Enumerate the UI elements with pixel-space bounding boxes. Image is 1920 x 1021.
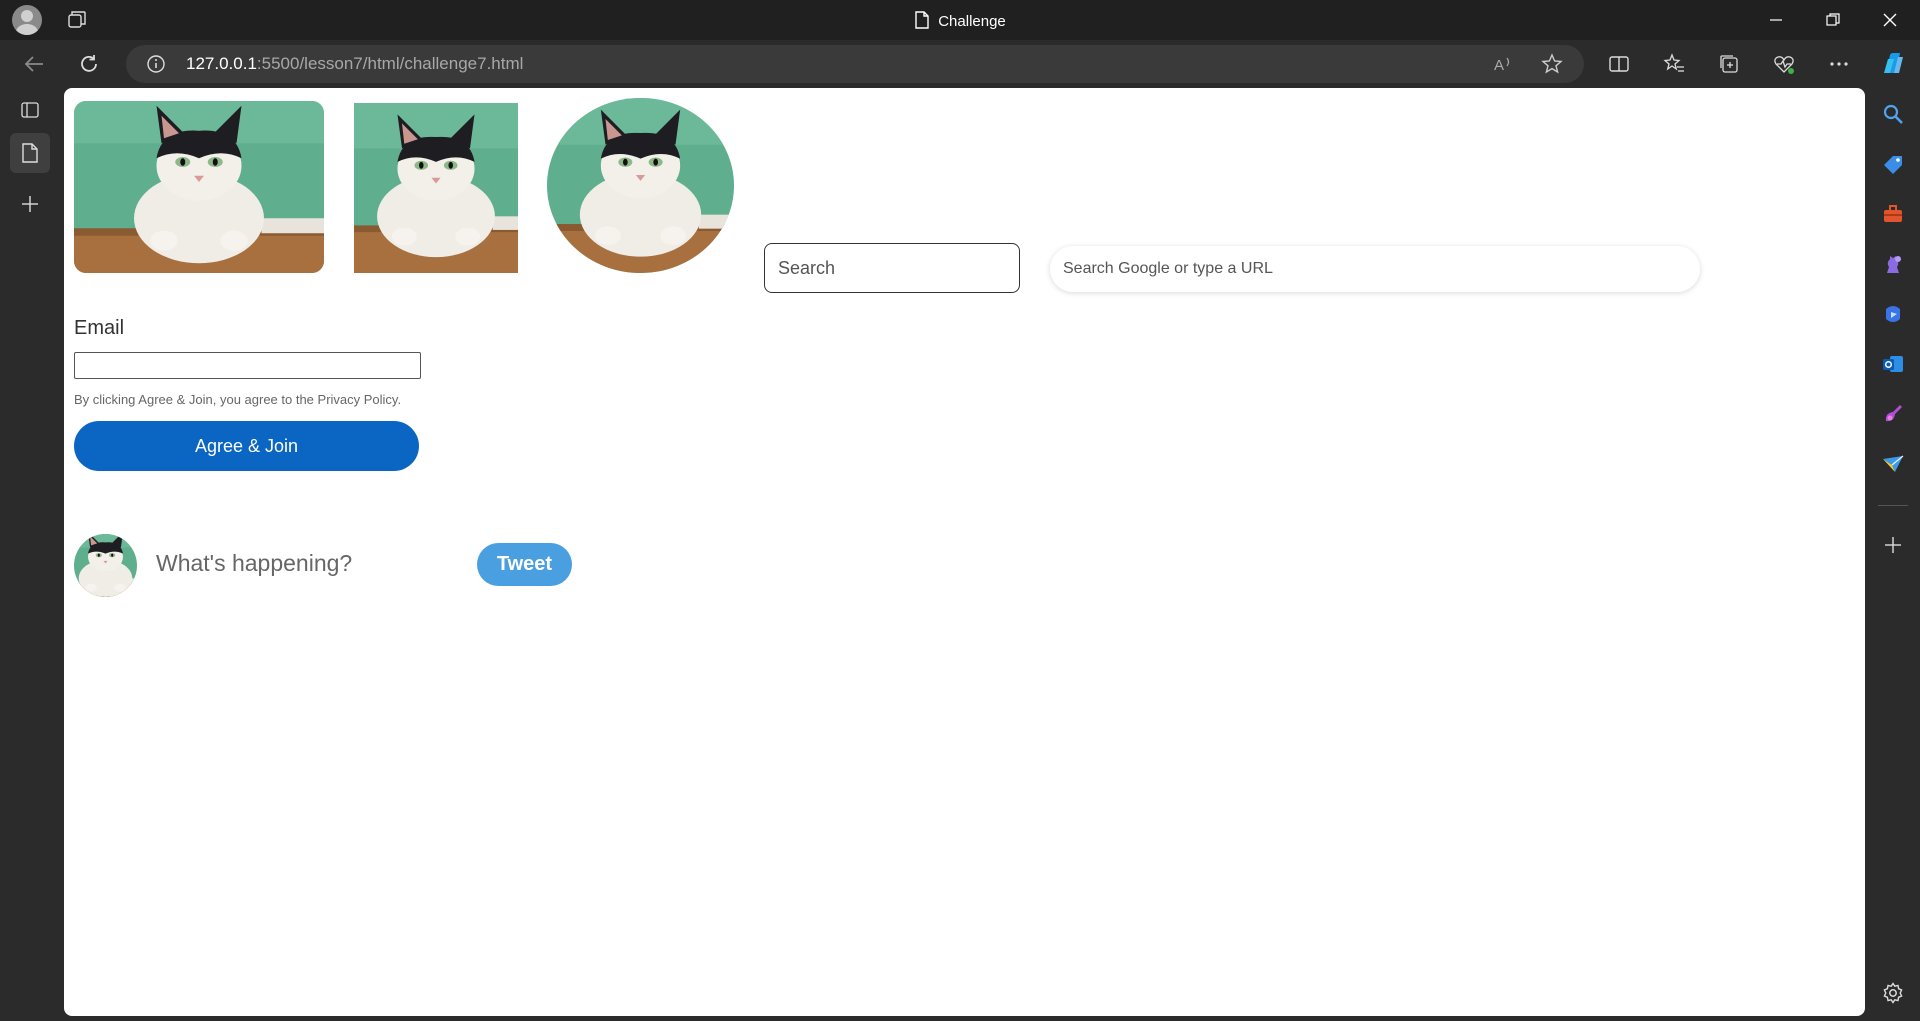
m365-icon[interactable] — [1881, 302, 1905, 326]
web-page: Email By clicking Agree & Join, you agre… — [64, 88, 1865, 1016]
designer-icon[interactable] — [1881, 402, 1905, 426]
refresh-icon[interactable] — [75, 50, 103, 78]
browser-essentials-icon[interactable] — [1770, 50, 1798, 78]
avatar — [74, 534, 137, 597]
shopping-icon[interactable] — [1881, 152, 1905, 176]
drop-icon[interactable] — [1881, 452, 1905, 476]
collections-icon[interactable] — [1715, 50, 1743, 78]
window-title-text: Challenge — [938, 13, 1006, 30]
url-text[interactable]: 127.0.0.1:5500/lesson7/html/challenge7.h… — [186, 54, 523, 74]
favorites-icon[interactable] — [1660, 50, 1688, 78]
email-label: Email — [74, 317, 125, 339]
info-icon[interactable] — [146, 54, 166, 79]
title-bar: Challenge — [0, 0, 1920, 40]
more-icon[interactable] — [1825, 50, 1853, 78]
email-field[interactable] — [74, 352, 421, 379]
back-icon[interactable] — [20, 50, 48, 78]
compose-placeholder[interactable]: What's happening? — [156, 550, 352, 577]
agree-join-button[interactable]: Agree & Join — [74, 421, 419, 471]
address-bar[interactable]: 127.0.0.1:5500/lesson7/html/challenge7.h… — [126, 45, 1584, 83]
close-icon[interactable] — [1863, 0, 1917, 40]
browser-toolbar: 127.0.0.1:5500/lesson7/html/challenge7.h… — [0, 40, 1920, 88]
cat-image-square — [354, 103, 518, 273]
google-search-input[interactable] — [1050, 246, 1700, 292]
copilot-icon[interactable] — [1879, 50, 1907, 78]
svg-text:A: A — [1494, 57, 1504, 74]
outlook-icon[interactable] — [1881, 352, 1905, 376]
cat-image-circle — [547, 98, 734, 273]
games-icon[interactable] — [1881, 252, 1905, 276]
restore-icon[interactable] — [1806, 0, 1860, 40]
minimize-icon[interactable] — [1749, 0, 1803, 40]
settings-icon[interactable] — [1881, 981, 1905, 1005]
tab-actions-icon[interactable] — [10, 90, 50, 130]
add-icon[interactable] — [1881, 533, 1905, 557]
edge-sidebar — [1866, 88, 1920, 1021]
vertical-tab-bar — [0, 88, 64, 1021]
tweet-button[interactable]: Tweet — [477, 543, 572, 586]
new-tab-icon[interactable] — [10, 184, 50, 224]
privacy-text: By clicking Agree & Join, you agree to t… — [74, 392, 402, 407]
page-tab-icon[interactable] — [10, 133, 50, 173]
tools-icon[interactable] — [1881, 202, 1905, 226]
search-input[interactable] — [764, 243, 1020, 293]
window-title: Challenge — [0, 11, 1920, 33]
split-screen-icon[interactable] — [1605, 50, 1633, 78]
favorite-star-icon[interactable] — [1540, 52, 1564, 76]
cat-image-rounded — [74, 101, 324, 273]
read-aloud-icon[interactable]: A — [1491, 52, 1515, 76]
document-icon — [914, 11, 930, 33]
sidebar-divider — [1878, 505, 1908, 506]
search-icon[interactable] — [1881, 102, 1905, 126]
